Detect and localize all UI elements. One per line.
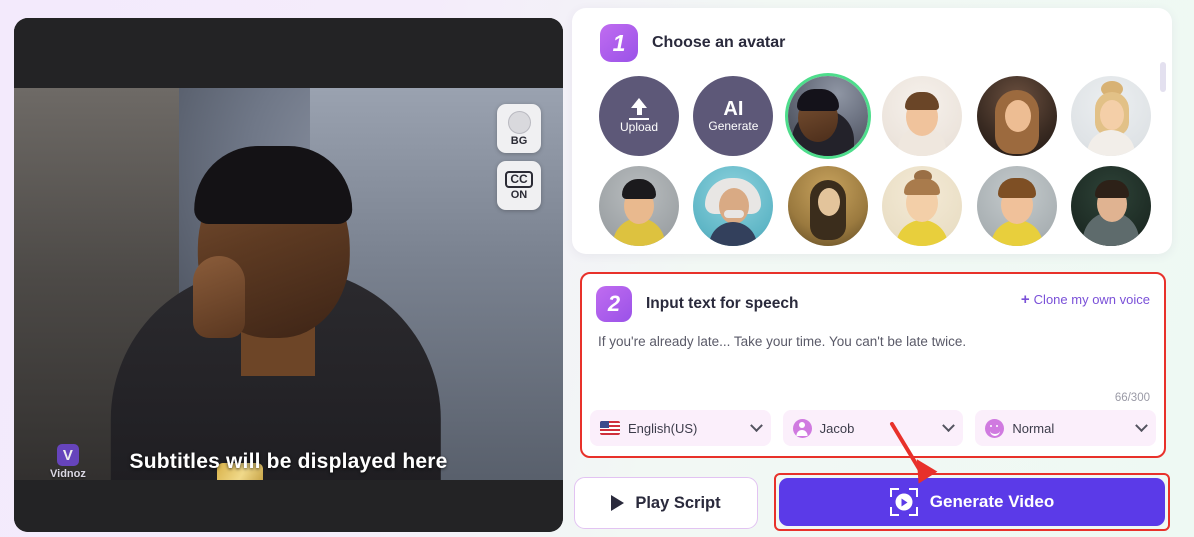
plus-icon: + — [1020, 291, 1030, 308]
choose-avatar-card: 1 Choose an avatar Upload AI Generate — [572, 8, 1172, 254]
choose-avatar-title: Choose an avatar — [652, 34, 786, 51]
video-subtitle-text: Subtitles will be displayed here — [129, 450, 448, 473]
speech-card-title: Input text for speech — [646, 295, 799, 312]
avatar-thumbnail — [599, 166, 679, 246]
ai-generate-avatar-label: Generate — [708, 118, 759, 133]
avatar-grid-scrollbar-thumb[interactable] — [1160, 62, 1166, 92]
avatar-cartoon-blonde-bun-woman[interactable] — [1070, 76, 1151, 156]
input-text-for-speech-card: 2 Input text for speech + Clone my own v… — [580, 272, 1166, 458]
voice-options-row: English(US) Jacob Normal — [590, 410, 1157, 446]
avatar-real-teacher-woman[interactable] — [1070, 166, 1151, 246]
editor-right-column: 1 Choose an avatar Upload AI Generate 2 … — [572, 0, 1182, 537]
play-icon — [611, 495, 625, 511]
ai-generate-avatar-button[interactable]: AI Generate — [693, 76, 774, 156]
clone-my-own-voice-link[interactable]: + Clone my own voice — [1021, 292, 1150, 307]
generate-video-highlight: Generate Video — [774, 473, 1170, 531]
video-subject-hand — [192, 256, 245, 338]
avatar-thumbnail — [787, 166, 868, 246]
avatar-cartoon-dark-hair-boy[interactable] — [599, 166, 679, 246]
avatar-thumbnail — [693, 166, 774, 246]
person-icon — [792, 418, 812, 438]
vidnoz-watermark-label: Vidnoz — [50, 468, 86, 480]
avatar-real-man-thinking[interactable] — [787, 76, 868, 156]
upload-avatar-button[interactable]: Upload — [599, 76, 679, 156]
avatar-thumbnail — [976, 76, 1057, 156]
speech-card-header: 2 Input text for speech + Clone my own v… — [594, 274, 1152, 322]
avatar-grid: Upload AI Generate — [586, 62, 1156, 246]
language-select[interactable]: English(US) — [590, 410, 771, 446]
background-toggle-label: BG — [510, 134, 528, 147]
avatar-thumbnail — [787, 76, 868, 156]
vidnoz-logo-icon: V — [56, 444, 79, 466]
avatar-mona-lisa[interactable] — [787, 166, 868, 246]
avatar-einstein[interactable] — [693, 166, 774, 246]
video-preview-panel[interactable]: Subtitles will be displayed here V Vidno… — [14, 18, 563, 532]
avatar-thumbnail — [882, 76, 963, 156]
video-frame-play-icon — [889, 488, 918, 516]
smiley-icon — [985, 418, 1005, 438]
video-tool-buttons: BG CC ON — [497, 104, 541, 210]
vidnoz-watermark: V Vidnoz — [50, 444, 86, 480]
video-canvas — [14, 88, 563, 503]
avatar-thumbnail — [1070, 76, 1151, 156]
tone-select[interactable]: Normal — [975, 410, 1157, 446]
closed-caption-icon: CC — [505, 170, 533, 188]
background-circle-icon — [507, 110, 531, 134]
step-1-badge: 1 — [600, 24, 638, 62]
language-select-value: English(US) — [628, 420, 698, 436]
play-script-label: Play Script — [635, 493, 721, 512]
avatar-thumbnail — [882, 166, 963, 246]
voice-select[interactable]: Jacob — [782, 410, 964, 446]
chevron-down-icon — [942, 418, 956, 432]
upload-avatar-label: Upload — [619, 119, 659, 134]
background-toggle-button[interactable]: BG — [497, 104, 541, 153]
avatar-thumbnail — [976, 166, 1057, 246]
us-flag-icon — [600, 421, 620, 435]
avatar-grid-scrollbar[interactable] — [1160, 62, 1166, 244]
voice-select-value: Jacob — [819, 420, 855, 436]
avatar-cartoon-young-man[interactable] — [882, 76, 963, 156]
choose-avatar-header: 1 Choose an avatar — [586, 8, 1158, 62]
chevron-down-icon — [749, 418, 763, 432]
clone-my-own-voice-label: Clone my own voice — [1033, 292, 1150, 307]
character-counter: 66/300 — [1114, 392, 1150, 404]
tone-select-value: Normal — [1012, 420, 1055, 436]
upload-avatar-circle: Upload — [599, 76, 679, 156]
ai-generate-avatar-big-label: AI — [723, 97, 744, 120]
avatar-cartoon-boy-yellow[interactable] — [976, 166, 1057, 246]
video-letterbox-bottom — [14, 480, 563, 532]
video-letterbox-top — [14, 18, 563, 88]
avatar-thumbnail — [1070, 166, 1151, 246]
avatar-cartoon-long-hair-woman[interactable] — [976, 76, 1057, 156]
closed-caption-state-label: ON — [510, 188, 528, 201]
generate-video-label: Generate Video — [929, 492, 1055, 511]
chevron-down-icon — [1135, 418, 1148, 432]
upload-arrow-icon — [629, 97, 649, 120]
closed-caption-toggle-button[interactable]: CC ON — [497, 161, 541, 210]
ai-generate-avatar-circle: AI Generate — [693, 76, 774, 156]
step-2-badge: 2 — [596, 286, 632, 322]
play-script-button[interactable]: Play Script — [574, 477, 758, 529]
generate-video-button[interactable]: Generate Video — [779, 478, 1165, 526]
avatar-cartoon-girl-yellow[interactable] — [882, 166, 963, 246]
script-textarea[interactable]: If you're already late... Take your time… — [594, 332, 1152, 406]
